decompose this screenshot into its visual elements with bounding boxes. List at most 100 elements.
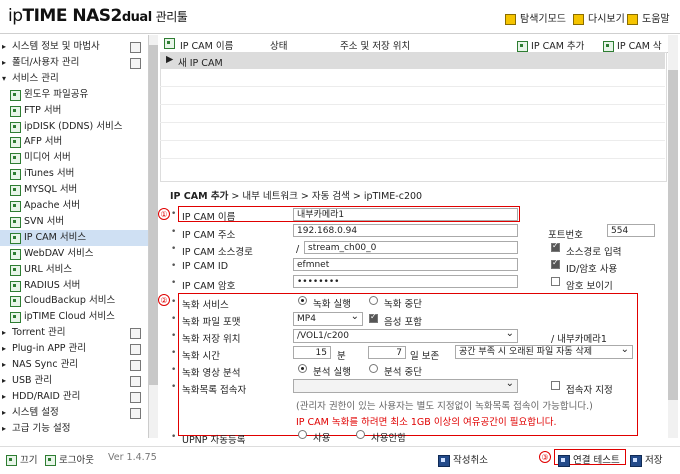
sidebar-item[interactable]: ipTIME Cloud 서비스 (0, 309, 148, 325)
collapse-icon[interactable]: ▸ (2, 389, 6, 405)
help-icon (627, 13, 638, 25)
service-icon (10, 280, 21, 292)
save-button[interactable]: 저장 (630, 452, 662, 467)
audio-checkbox[interactable] (369, 312, 378, 323)
main-scroll-thumb[interactable] (668, 70, 678, 400)
collapse-icon[interactable]: ▸ (2, 341, 6, 357)
folder-icon (505, 13, 516, 25)
logout-icon (45, 455, 56, 466)
viewer-specify-checkbox[interactable] (551, 381, 560, 390)
section-icon (130, 407, 141, 419)
sidebar-item[interactable]: ▸ NAS Sync 관리 (0, 357, 148, 373)
format-select[interactable]: MP4 (293, 312, 363, 326)
logout-button[interactable]: 로그아웃 (45, 452, 94, 466)
sidebar-item-label: Apache 서버 (24, 200, 80, 211)
cancel-icon (438, 454, 450, 467)
version-label: Ver 1.4.75 (108, 452, 157, 463)
badge-3: ③ (539, 451, 551, 463)
id-pw-checkbox[interactable] (551, 258, 560, 269)
new-cam-row[interactable]: ▶ 새 IP CAM (160, 52, 665, 69)
section-icon (130, 344, 141, 356)
sidebar-item[interactable]: iTunes 서버 (0, 166, 148, 182)
viewer-note: (관리자 권한이 있는 사용자는 별도 지정없이 녹화목록 접속이 가능합니다.… (296, 401, 593, 412)
sidebar-item[interactable]: ▸ USB 관리 (0, 373, 148, 389)
sidebar-item[interactable]: SVN 서버 (0, 214, 148, 230)
add-cam-button[interactable]: IP CAM 추가 (517, 38, 584, 52)
upnp-use-radio[interactable] (298, 430, 307, 439)
sidebar-item[interactable]: ▸ 폴더/사용자 관리 (0, 55, 148, 71)
sidebar-item[interactable]: RADIUS 서버 (0, 278, 148, 294)
delete-icon (603, 41, 614, 52)
src-path-input[interactable]: stream_ch00_0 (304, 241, 518, 254)
sidebar-item[interactable]: IP CAM 서비스 (0, 229, 148, 246)
sidebar-item[interactable]: FTP 서버 (0, 103, 148, 119)
cam-address-input[interactable]: 192.168.0.94 (293, 224, 518, 237)
port-label: 포트번호 (548, 230, 583, 241)
rec-run-radio[interactable] (298, 296, 307, 305)
sidebar-item[interactable]: ▸ 고급 기능 설정 (0, 421, 148, 437)
sidebar-scroll-thumb[interactable] (149, 45, 158, 385)
breadcrumb: IP CAM 추가 > 내부 네트워크 > 자동 검색 > ipTIME-c20… (170, 191, 423, 202)
retention-policy-select[interactable]: 공간 부족 시 오래된 파일 자동 삭제 (455, 345, 633, 359)
sidebar-item[interactable]: Apache 서버 (0, 198, 148, 214)
power-icon (6, 455, 17, 466)
save-location-label: 녹화 저장 위치 (182, 334, 241, 345)
service-icon (10, 153, 21, 165)
badge-2: ② (158, 294, 170, 306)
rec-minutes-input[interactable]: 15 (293, 346, 331, 359)
collapse-icon[interactable]: ▸ (2, 55, 6, 71)
cam-name-input[interactable]: 내부카메라1 (293, 208, 518, 221)
sidebar-item[interactable]: ▸ HDD/RAID 관리 (0, 389, 148, 405)
viewer-label: 녹화목록 접속자 (182, 385, 247, 396)
src-path-label: IP CAM 소스경로 (182, 247, 253, 258)
sidebar-item-label: 서비스 관리 (12, 72, 59, 84)
sidebar-item[interactable]: WebDAV 서비스 (0, 246, 148, 262)
sidebar-item[interactable]: 윈도우 파일공유 (0, 87, 148, 103)
service-icon (10, 201, 21, 212)
save-location-select[interactable]: /VOL1/c200 (293, 329, 518, 343)
analysis-stop-radio[interactable] (369, 364, 378, 373)
sidebar-item[interactable]: CloudBackup 서비스 (0, 293, 148, 309)
help-link[interactable]: 도움말 (627, 10, 670, 25)
expand-icon[interactable]: ▾ (2, 71, 6, 87)
collapse-icon[interactable]: ▸ (2, 421, 6, 437)
sidebar-item[interactable]: MYSQL 서버 (0, 182, 148, 198)
exit-button[interactable]: 끄기 (6, 452, 38, 466)
cam-pw-input[interactable]: •••••••• (293, 275, 518, 288)
sidebar-item-label: HDD/RAID 관리 (12, 390, 81, 402)
sidebar-item[interactable]: AFP 서버 (0, 134, 148, 150)
sidebar-item[interactable]: 미디어 서버 (0, 150, 148, 166)
collapse-icon[interactable]: ▸ (2, 325, 6, 341)
retention-days-input[interactable]: 7 (368, 346, 406, 359)
port-input[interactable]: 554 (607, 224, 655, 237)
sidebar-item[interactable]: ▸ Torrent 관리 (0, 325, 148, 341)
sidebar-item[interactable]: ▸ 시스템 정보 및 마법사 (0, 39, 148, 55)
sidebar-item-label: SVN 서버 (24, 215, 65, 227)
sidebar-item[interactable]: ▸ Plug-in APP 관리 (0, 341, 148, 357)
sidebar-item-label: URL 서비스 (24, 263, 73, 275)
collapse-icon[interactable]: ▸ (2, 373, 6, 389)
cam-id-input[interactable]: efmnet (293, 258, 518, 271)
sidebar-item[interactable]: ▾ 서비스 관리 (0, 71, 148, 87)
cam-list (160, 52, 667, 182)
analysis-run-radio[interactable] (298, 364, 307, 373)
collapse-icon[interactable]: ▸ (2, 39, 6, 55)
viewer-select[interactable] (293, 379, 518, 393)
upnp-nouse-radio[interactable] (356, 430, 365, 439)
explorer-mode-link[interactable]: 탐색기모드 (505, 10, 566, 25)
sidebar-item[interactable]: URL 서비스 (0, 262, 148, 278)
cancel-button[interactable]: 작성취소 (438, 452, 488, 467)
collapse-icon[interactable]: ▸ (2, 405, 6, 421)
collapse-icon[interactable]: ▸ (2, 357, 6, 373)
service-icon (10, 185, 21, 197)
connection-test-button[interactable]: 연결 테스트 (558, 452, 620, 467)
rec-stop-radio[interactable] (369, 296, 378, 305)
show-pw-checkbox[interactable] (551, 277, 560, 286)
src-input-checkbox[interactable] (551, 241, 560, 252)
sidebar-item-label: 시스템 정보 및 마법사 (12, 41, 100, 52)
reload-link[interactable]: 다시보기 (573, 10, 625, 25)
sidebar-item[interactable]: ▸ 시스템 설정 (0, 405, 148, 421)
col-name-icon (164, 38, 175, 49)
service-icon (10, 105, 21, 117)
sidebar-item[interactable]: ipDISK (DDNS) 서비스 (0, 119, 148, 135)
